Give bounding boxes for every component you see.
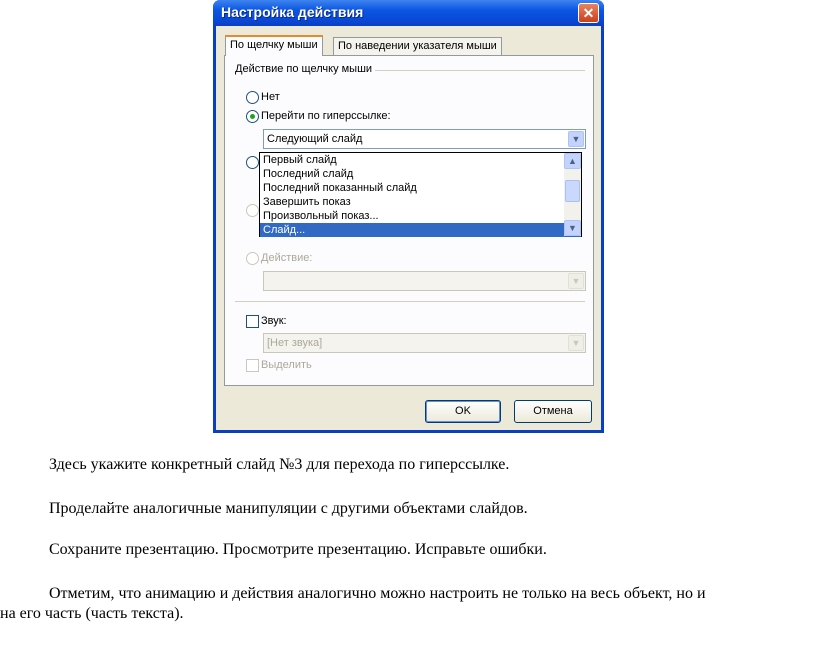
cancel-button[interactable]: Отмена (514, 400, 592, 423)
list-item[interactable]: Произвольный показ... (260, 209, 581, 223)
group-label: Действие по щелчку мыши (235, 63, 376, 75)
radio-action[interactable] (246, 252, 259, 265)
sound-label: Звук: (261, 315, 287, 327)
highlight-checkbox[interactable] (246, 359, 259, 372)
ok-button[interactable]: OK (425, 400, 501, 423)
radio-hyperlink-label: Перейти по гиперссылке: (261, 110, 391, 122)
list-item[interactable]: Первый слайд (260, 153, 581, 167)
paragraph-3: Сохраните презентацию. Просмотрите презе… (49, 541, 547, 558)
chevron-down-icon[interactable]: ▼ (568, 131, 584, 147)
paragraph-4-line-1: Отметим, что анимацию и действия аналоги… (49, 585, 706, 602)
list-item-selected[interactable]: Слайд... (260, 223, 581, 237)
tab-mouse-over[interactable]: По наведении указателя мыши (333, 37, 502, 55)
tab-mouse-click[interactable]: По щелчку мыши (225, 35, 323, 56)
chevron-down-icon[interactable]: ▼ (564, 220, 581, 236)
sound-combo[interactable]: [Нет звука] ▼ (263, 333, 586, 353)
close-button[interactable]: ✕ (578, 3, 599, 23)
sound-value: [Нет звука] (267, 337, 323, 349)
hyperlink-combo[interactable]: Следующий слайд ▼ (263, 129, 586, 149)
radio-none[interactable] (246, 91, 259, 104)
list-item[interactable]: Завершить показ (260, 195, 581, 209)
chevron-down-icon[interactable]: ▼ (568, 273, 584, 289)
sound-checkbox[interactable] (246, 315, 259, 328)
paragraph-4-line-2: на его часть (часть текста). (0, 605, 184, 622)
paragraph-1: Здесь укажите конкретный слайд №3 для пе… (49, 456, 510, 473)
divider-line (235, 301, 585, 302)
paragraph-2: Проделайте аналогичные манипуляции с дру… (49, 500, 528, 517)
radio-run-macro[interactable] (246, 204, 259, 217)
dropdown-scrollbar[interactable]: ▲ ▼ (564, 153, 581, 236)
list-item[interactable]: Последний слайд (260, 167, 581, 181)
close-icon: ✕ (582, 5, 595, 21)
title-bar: Настройка действия ✕ (213, 0, 604, 26)
group-divider (375, 70, 585, 71)
radio-hyperlink[interactable] (246, 110, 259, 123)
radio-none-label: Нет (261, 91, 280, 103)
list-item[interactable]: Последний показанный слайд (260, 181, 581, 195)
radio-selected-dot (250, 114, 255, 119)
radio-action-label: Действие: (261, 252, 313, 264)
radio-run-program[interactable] (246, 156, 259, 169)
highlight-label: Выделить (261, 359, 312, 371)
action-combo[interactable]: ▼ (263, 271, 586, 291)
scrollbar-thumb[interactable] (565, 180, 580, 202)
chevron-down-icon[interactable]: ▼ (568, 335, 584, 351)
hyperlink-value: Следующий слайд (267, 133, 363, 145)
hyperlink-dropdown-list: Первый слайд Последний слайд Последний п… (259, 152, 582, 237)
chevron-up-icon[interactable]: ▲ (564, 153, 581, 169)
dialog-title: Настройка действия (221, 4, 364, 20)
